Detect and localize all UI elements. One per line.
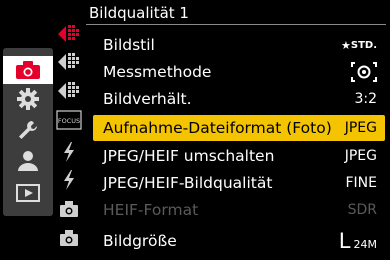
menu-item-value: 3:2	[354, 91, 377, 107]
subtab-flash-2[interactable]	[54, 166, 84, 194]
photo-style-value: STD.	[350, 39, 377, 51]
menu-item-value	[351, 62, 377, 82]
menu-item-jpeg-heif-umschalten[interactable]: JPEG/HEIF umschalten JPEG	[93, 143, 385, 169]
menu-item-bildverhaeltnis[interactable]: Bildverhält. 3:2	[93, 86, 385, 112]
menu-item-value: JPEG	[344, 120, 377, 136]
menu-item-value: L 24M	[338, 228, 378, 253]
menu-item-label: HEIF-Format	[103, 201, 199, 219]
header-divider	[86, 24, 386, 25]
subtab-2-icon	[58, 53, 79, 70]
subtab-camera-1[interactable]	[54, 195, 84, 223]
subtab-image-quality-3[interactable]	[54, 77, 84, 105]
main-category-sidebar	[3, 48, 53, 216]
main-category-settings[interactable]	[3, 85, 53, 113]
menu-item-jpeg-heif-bildqualitaet[interactable]: JPEG/HEIF-Bildqualität FINE	[93, 170, 385, 196]
person-icon	[18, 151, 38, 171]
menu-item-label: JPEG/HEIF-Bildqualität	[103, 174, 273, 192]
menu-screen: Bildqualität 1 FOCUS Bildstil ★ STD. Mes…	[0, 0, 390, 260]
subtab-flash-1[interactable]	[54, 138, 84, 166]
menu-item-label: Messmethode	[103, 63, 212, 81]
star-icon: ★	[341, 38, 351, 52]
menu-item-aufnahme-dateiformat[interactable]: Aufnahme-Dateiformat (Foto) JPEG	[93, 115, 385, 141]
subtab-image-quality-2[interactable]	[54, 48, 84, 76]
menu-item-value: SDR	[347, 202, 377, 218]
flash-icon	[64, 170, 74, 190]
playback-icon	[16, 184, 40, 202]
camera-small-icon	[60, 201, 78, 217]
subtab-3-icon	[58, 82, 79, 99]
menu-item-value: FINE	[345, 175, 378, 191]
page-title: Bildqualität 1	[89, 4, 189, 22]
subtab-focus[interactable]: FOCUS	[54, 106, 84, 134]
subtab-image-quality-1[interactable]	[54, 20, 84, 48]
focus-icon-label: FOCUS	[58, 117, 80, 125]
menu-item-label: Bildgröße	[103, 232, 177, 250]
subtab-camera-2[interactable]	[54, 224, 84, 252]
camera-small-icon	[60, 230, 78, 246]
menu-item-value: ★ STD.	[341, 40, 377, 51]
main-category-playback[interactable]	[3, 179, 53, 207]
wrench-icon	[19, 121, 37, 139]
main-category-photo[interactable]	[3, 56, 53, 84]
image-size-letter: L	[338, 228, 351, 253]
metering-icon	[351, 62, 377, 82]
menu-item-messmethode[interactable]: Messmethode	[93, 59, 385, 85]
camera-icon	[16, 61, 40, 79]
menu-item-bildstil[interactable]: Bildstil ★ STD.	[93, 32, 385, 58]
menu-item-label: JPEG/HEIF umschalten	[103, 147, 275, 165]
gear-icon	[17, 88, 39, 110]
menu-item-value: JPEG	[344, 148, 377, 164]
main-category-my-menu[interactable]	[3, 147, 53, 175]
main-category-custom[interactable]	[3, 116, 53, 144]
menu-item-label: Aufnahme-Dateiformat (Foto)	[103, 119, 332, 137]
menu-item-bildgroesse[interactable]: Bildgröße L 24M	[93, 228, 385, 254]
focus-icon: FOCUS	[56, 110, 82, 130]
image-size-megapixels: 24M	[353, 237, 378, 251]
flash-icon	[64, 142, 74, 162]
menu-item-label: Bildstil	[103, 36, 155, 54]
subtab-1-icon	[58, 25, 79, 42]
menu-item-heif-format: HEIF-Format SDR	[93, 197, 385, 223]
menu-item-label: Bildverhält.	[103, 90, 192, 108]
